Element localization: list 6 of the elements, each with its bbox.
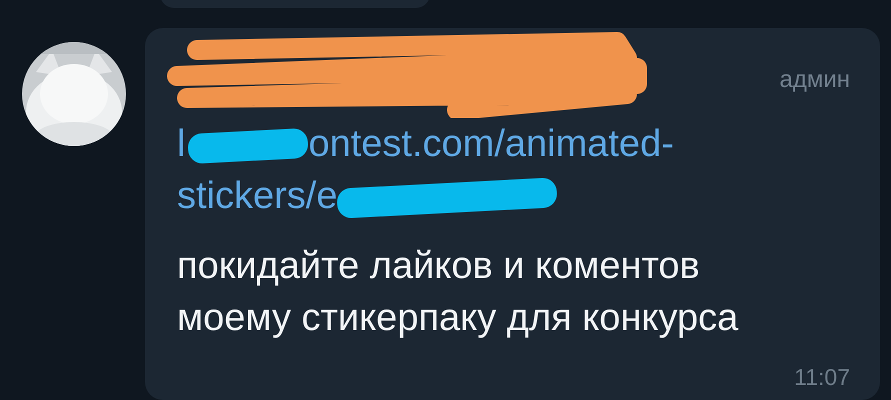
message-time: 11:07 — [793, 364, 850, 390]
message-text: покидайте лайков и коментов моему стикерпаку для конкурса — [177, 244, 740, 341]
link-text[interactable]: l — [177, 123, 186, 165]
link-text[interactable]: stickers/e — [177, 175, 338, 217]
link-text[interactable]: ontest.com/animated- — [308, 123, 674, 165]
role-label: админ — [779, 65, 850, 95]
